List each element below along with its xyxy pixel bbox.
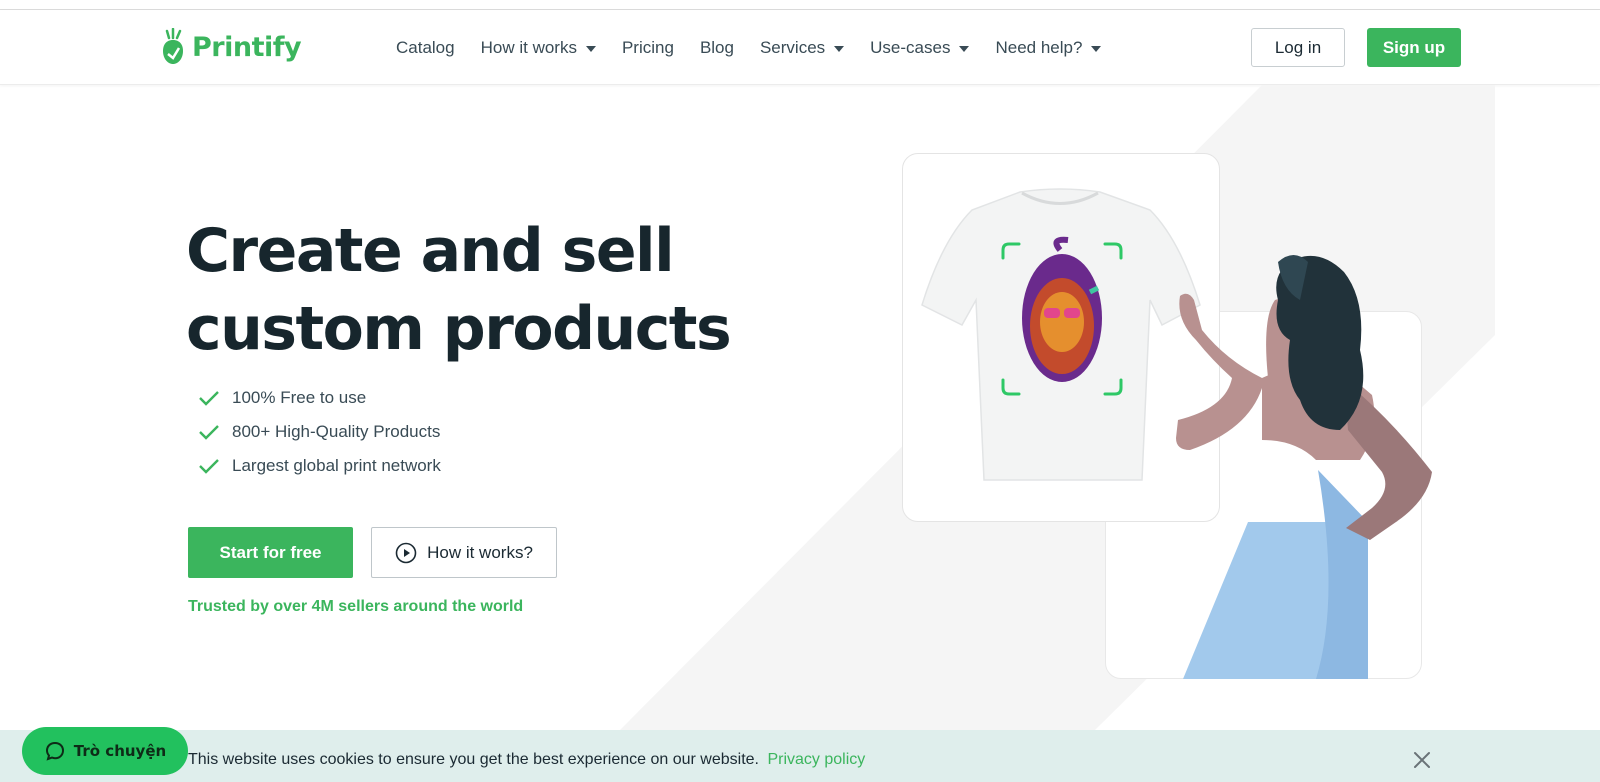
cookie-message: This website uses cookies to ensure you … xyxy=(188,751,865,769)
close-icon[interactable] xyxy=(1413,751,1431,769)
cookie-text: This website uses cookies to ensure you … xyxy=(188,751,759,768)
privacy-policy-link[interactable]: Privacy policy xyxy=(767,751,865,768)
chat-bubble-icon xyxy=(45,741,64,761)
hero-illustration xyxy=(921,188,1432,679)
chat-button[interactable]: Trò chuyện xyxy=(22,727,188,775)
chat-label: Trò chuyện xyxy=(73,742,167,760)
woman-figure xyxy=(1176,255,1432,679)
